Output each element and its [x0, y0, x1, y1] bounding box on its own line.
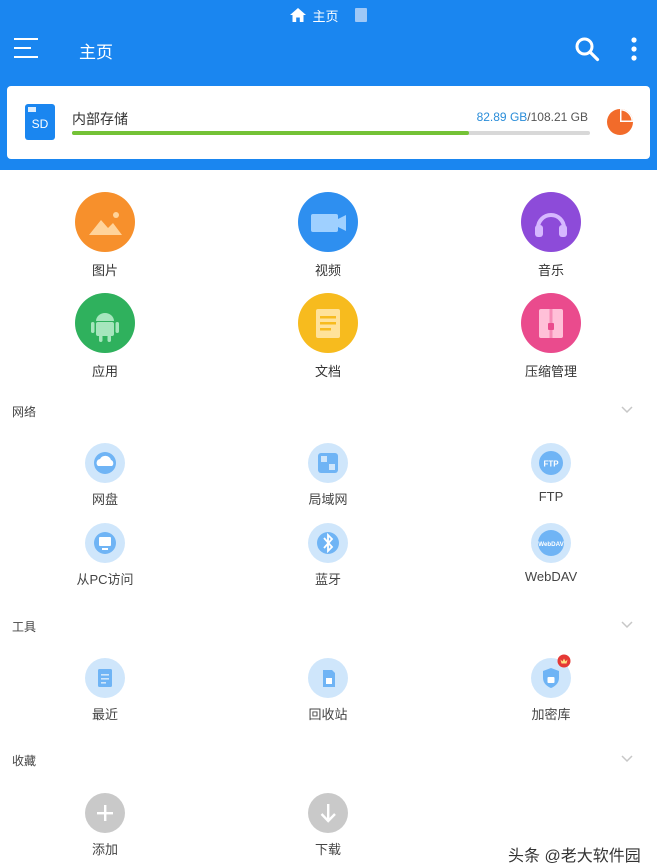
storage-progress-bar: [72, 131, 590, 135]
category-label: 应用: [91, 364, 118, 379]
network-item-cloud[interactable]: 网盘: [35, 443, 175, 508]
archive-icon: [521, 293, 581, 353]
shield-lock-icon: [531, 654, 571, 698]
add-icon: [85, 793, 125, 833]
network-item-lan[interactable]: 局域网: [258, 443, 398, 508]
watermark-text: 头条 @老大软件园: [508, 848, 641, 865]
network-item-label: 网盘: [91, 492, 118, 507]
image-icon: [75, 192, 135, 252]
chevron-down-icon[interactable]: [620, 754, 634, 764]
section-title-tools: 工具: [12, 620, 37, 634]
category-videos[interactable]: 视频: [258, 192, 398, 279]
chevron-down-icon[interactable]: [620, 620, 634, 630]
network-item-label: WebDAV: [524, 569, 578, 584]
network-item-ftp[interactable]: FTP FTP: [481, 443, 621, 504]
home-icon[interactable]: [290, 8, 307, 22]
category-label: 音乐: [537, 263, 564, 278]
category-documents[interactable]: 文档: [258, 293, 398, 380]
network-item-label: 从PC访问: [76, 572, 134, 587]
category-label: 图片: [91, 263, 118, 278]
tool-item-label: 回收站: [308, 707, 348, 722]
android-icon: [75, 293, 135, 353]
breadcrumb-item-home[interactable]: 主页: [312, 6, 338, 25]
storage-used: 82.89 GB: [476, 110, 528, 124]
category-images[interactable]: 图片: [35, 192, 175, 279]
storage-pie-icon: [607, 109, 633, 135]
download-icon: [308, 793, 348, 833]
section-title-network: 网络: [12, 405, 37, 419]
ftp-icon: FTP: [531, 443, 571, 483]
tool-item-label: 最近: [91, 707, 118, 722]
tool-item-label: 加密库: [531, 707, 571, 722]
app-header: 主页 主页 SD 内部存储 82.89 GB/108.21 GB: [0, 0, 657, 170]
section-title-favorites: 收藏: [12, 754, 37, 768]
favorite-item-label: 下载: [314, 842, 341, 857]
tool-item-encrypted-vault[interactable]: 加密库: [481, 654, 621, 723]
video-icon: [298, 192, 358, 252]
category-music[interactable]: 音乐: [481, 192, 621, 279]
bluetooth-icon: [308, 523, 348, 563]
internal-storage-card[interactable]: SD 内部存储 82.89 GB/108.21 GB: [7, 86, 650, 159]
storage-progress-fill: [72, 131, 469, 135]
cloud-icon: [85, 443, 125, 483]
crown-badge-icon: [557, 654, 571, 668]
network-item-pc-access[interactable]: 从PC访问: [35, 523, 175, 588]
menu-icon[interactable]: [14, 38, 40, 58]
storage-label: 内部存储: [72, 111, 128, 127]
network-item-label: FTP: [538, 489, 564, 504]
breadcrumb: 主页: [0, 4, 657, 26]
category-label: 压缩管理: [524, 364, 577, 379]
network-item-bluetooth[interactable]: 蓝牙: [258, 523, 398, 588]
search-icon[interactable]: [574, 36, 600, 62]
webdav-icon: WebDAV: [531, 523, 571, 563]
headphones-icon: [521, 192, 581, 252]
storage-usage-text: 82.89 GB/108.21 GB: [476, 110, 588, 124]
category-label: 视频: [314, 263, 341, 278]
favorite-item-label: 添加: [91, 842, 118, 857]
page-title: 主页: [79, 43, 113, 62]
category-label: 文档: [314, 364, 341, 379]
category-apps[interactable]: 应用: [35, 293, 175, 380]
chevron-down-icon[interactable]: [620, 405, 634, 415]
tool-item-recycle-bin[interactable]: 回收站: [258, 658, 398, 723]
webdav-badge-text: WebDAV: [538, 541, 564, 548]
recycle-bin-icon: [308, 658, 348, 698]
lan-icon: [308, 443, 348, 483]
document-icon: [354, 8, 367, 22]
network-item-label: 蓝牙: [314, 572, 341, 587]
network-item-label: 局域网: [308, 492, 348, 507]
recent-icon: [85, 658, 125, 698]
more-options-icon[interactable]: [626, 36, 642, 62]
monitor-icon: [85, 523, 125, 563]
favorite-item-download[interactable]: 下载: [258, 793, 398, 858]
document-icon: [298, 293, 358, 353]
network-item-webdav[interactable]: WebDAV WebDAV: [481, 523, 621, 584]
ftp-badge-text: FTP: [543, 460, 559, 469]
tool-item-recent[interactable]: 最近: [35, 658, 175, 723]
sd-card-icon: SD: [25, 104, 55, 140]
storage-total: 108.21 GB: [530, 110, 588, 124]
category-archives[interactable]: 压缩管理: [481, 293, 621, 380]
favorite-item-add[interactable]: 添加: [35, 793, 175, 858]
